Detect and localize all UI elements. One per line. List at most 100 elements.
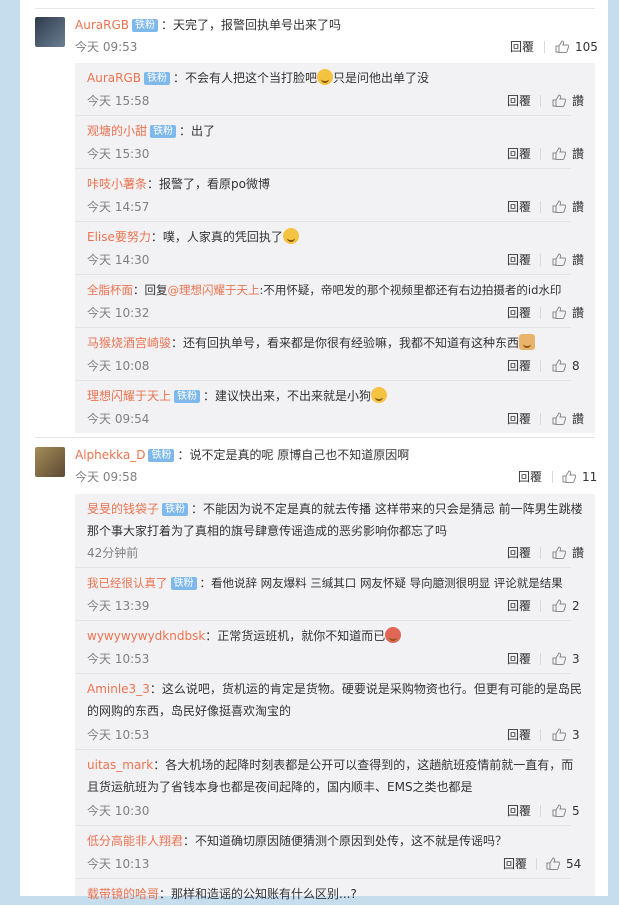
username-link[interactable]: AuraRGB [87, 71, 141, 85]
reply-button[interactable]: 回覆 [507, 412, 531, 426]
separator [540, 307, 541, 319]
like-button[interactable]: 3 [552, 652, 580, 666]
separator [540, 360, 541, 372]
like-button[interactable]: 54 [546, 857, 581, 871]
thumb-up-icon [552, 200, 566, 213]
separator [540, 201, 541, 213]
username-link[interactable]: uitas_mark [87, 758, 153, 772]
timestamp: 今天 15:30 [87, 147, 150, 161]
like-button[interactable]: 讚 [552, 253, 584, 267]
divider [75, 221, 571, 222]
timestamp: 今天 10:13 [87, 857, 150, 871]
reply-button[interactable]: 回覆 [507, 804, 531, 818]
like-count: 11 [582, 470, 598, 484]
username-link[interactable]: wywywywydkndbsk [87, 629, 205, 643]
reply-text: ：建议快出来，不出来就是小狗 [203, 389, 372, 403]
reply-item: Aminle3_3：这么说吧，货机运的肯定是货物。硬要说是采购物资也行。但更有可… [87, 678, 587, 722]
username-link[interactable]: 全脂杯面 [87, 283, 133, 297]
username-link[interactable]: 马猴烧酒宫崎骏 [87, 336, 171, 350]
reply-item: 理想闪耀于天上 铁粉 ：建议快出来，不出来就是小狗 [87, 385, 587, 407]
avatar[interactable] [35, 447, 65, 477]
thumb-up-icon [552, 652, 566, 665]
reply-button[interactable]: 回覆 [507, 147, 531, 161]
username-link[interactable]: 我已经很认真了 [87, 576, 168, 590]
separator [540, 653, 541, 665]
username-link[interactable]: 低分高能非人翔君 [87, 834, 183, 848]
like-button[interactable]: 讚 [552, 147, 584, 161]
like-button[interactable]: 讚 [552, 546, 584, 560]
username-link[interactable]: 载带镜的哈哥 [87, 887, 159, 901]
reply-text: ：出了 [179, 124, 216, 138]
like-count: 讚 [572, 306, 585, 320]
like-count: 讚 [572, 546, 585, 560]
thumb-up-icon [552, 804, 566, 817]
divider [75, 620, 571, 621]
reply-text: ：看他说辞 网友爆料 三缄其口 网友怀疑 导向臆测很明显 评论就是结果 [199, 576, 563, 590]
username-link[interactable]: 理想闪耀于天上 [87, 389, 171, 403]
reply-item: uitas_mark：各大机场的起降时刻表都是公开可以查得到的，这趟航班疫情前就… [87, 754, 587, 798]
fan-badge: 铁粉 [170, 577, 197, 590]
username-link[interactable]: Aminle3_3 [87, 682, 150, 696]
separator [540, 600, 541, 612]
reply-button[interactable]: 回覆 [518, 470, 542, 484]
reply-item: AuraRGB 铁粉 ：不会有人把这个当打脸吧 只是问他出单了没 [87, 67, 587, 89]
thumb-up-icon [552, 412, 566, 425]
reply-button[interactable]: 回覆 [507, 94, 531, 108]
reply-button[interactable]: 回覆 [507, 599, 531, 613]
username-link[interactable]: 旻旻的钱袋子 [87, 502, 159, 516]
reply-text-2: :不用怀疑，帝吧发的那个视频里都还有右边拍摄者的id水印 [259, 283, 562, 297]
divider [75, 825, 571, 826]
like-button[interactable]: 8 [552, 359, 580, 373]
reply-text: ：那样和造谣的公知账有什么区别...? [159, 887, 357, 901]
reply-button[interactable]: 回覆 [507, 728, 531, 742]
thumb-up-icon [552, 147, 566, 160]
like-button[interactable]: 5 [552, 804, 580, 818]
reply-button[interactable]: 回覆 [507, 200, 531, 214]
username-link[interactable]: 观塘的小甜 [87, 124, 147, 138]
like-button[interactable]: 3 [552, 728, 580, 742]
like-button[interactable]: 讚 [552, 306, 584, 320]
like-button[interactable]: 讚 [552, 200, 584, 214]
fan-badge: 铁粉 [150, 125, 177, 138]
username-link[interactable]: AuraRGB [75, 18, 129, 32]
like-button[interactable]: 讚 [552, 412, 584, 426]
reply-button[interactable]: 回覆 [507, 306, 531, 320]
reply-list-2: 旻旻的钱袋子 铁粉 ：不能因为说不定是真的就去传播 这样带来的只会是猜忌 前一阵男生… [75, 494, 595, 901]
mention-link[interactable]: @理想闪耀于天上 [168, 283, 260, 297]
like-count: 5 [572, 804, 580, 818]
reply-button[interactable]: 回覆 [507, 652, 531, 666]
divider [35, 437, 595, 438]
reply-item: 低分高能非人翔君：不知道确切原因随便猜测个原因到处传，这不就是传谣吗？ [87, 830, 587, 852]
like-button[interactable]: 2 [552, 599, 580, 613]
like-button[interactable]: 讚 [552, 94, 584, 108]
like-count: 讚 [572, 94, 585, 108]
reply-button[interactable]: 回覆 [507, 359, 531, 373]
reply-text: ：还有回执单号，看来都是你很有经验嘛，我都不知道有这种东西 [171, 336, 520, 350]
timestamp: 今天 10:53 [87, 652, 150, 666]
like-button[interactable]: 11 [562, 470, 597, 484]
reply-button[interactable]: 回覆 [507, 546, 531, 560]
reply-button[interactable]: 回覆 [507, 253, 531, 267]
username-link[interactable]: Alphekka_D [75, 448, 145, 462]
username-link[interactable]: 咔吱小薯条 [87, 177, 147, 191]
like-count: 8 [572, 359, 580, 373]
separator [536, 858, 537, 870]
divider [75, 168, 571, 169]
reply-button[interactable]: 回覆 [503, 857, 527, 871]
like-count: 3 [572, 728, 580, 742]
fan-badge: 铁粉 [162, 503, 189, 516]
timestamp: 今天 09:54 [87, 412, 150, 426]
fan-badge: 铁粉 [131, 19, 158, 32]
divider [75, 878, 571, 879]
thumb-up-icon [552, 599, 566, 612]
like-count: 54 [566, 857, 582, 871]
username-link[interactable]: Elise要努力 [87, 230, 151, 244]
avatar[interactable] [35, 17, 65, 47]
timestamp: 今天 14:30 [87, 253, 150, 267]
reply-button[interactable]: 回覆 [510, 40, 534, 54]
thumb-up-icon [552, 253, 566, 266]
reply-text: ：各大机场的起降时刻表都是公开可以查得到的，这趟航班疫情前就一直有，而且货运航班… [87, 758, 574, 794]
like-button[interactable]: 105 [555, 40, 598, 54]
timestamp: 今天 10:08 [87, 359, 150, 373]
thumb-up-icon [552, 94, 566, 107]
